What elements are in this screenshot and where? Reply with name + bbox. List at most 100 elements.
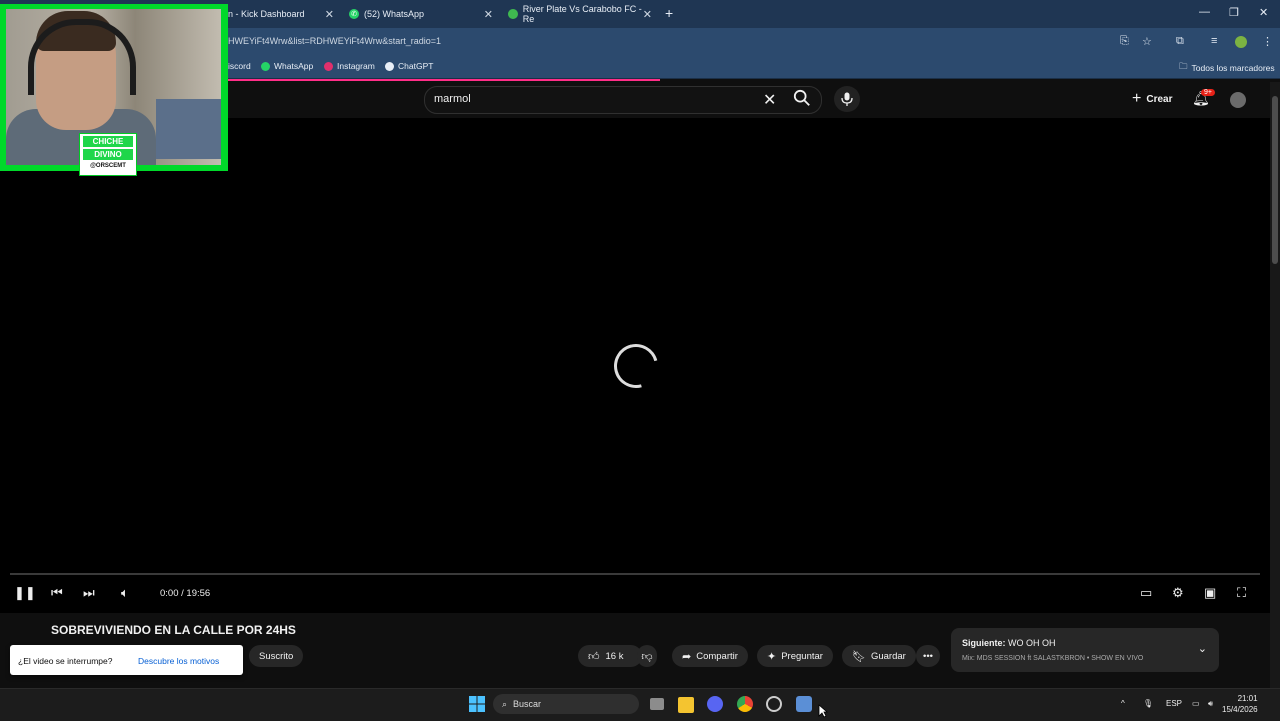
media-controls-icon[interactable]: ≡: [1211, 35, 1217, 47]
tab-river-plate[interactable]: River Plate Vs Carabobo FC - Re ✕: [508, 0, 652, 28]
thumbs-up-icon: 👍︎: [588, 650, 600, 663]
taskbar-search-placeholder: Buscar: [513, 699, 542, 709]
bookmark-chatgpt[interactable]: ChatGPT: [385, 61, 433, 71]
close-tab-icon[interactable]: ✕: [484, 8, 493, 21]
settings-gear-icon[interactable]: ⚙: [1172, 585, 1184, 601]
tab-title: n - Kick Dashboard: [228, 9, 305, 19]
up-next-line: Siguiente: WO OH OH: [962, 638, 1056, 648]
chevron-down-icon[interactable]: ⌄: [1198, 642, 1207, 655]
subscribed-label: Suscrito: [259, 650, 294, 662]
bookmark-label: WhatsApp: [274, 61, 314, 71]
obs-icon[interactable]: [766, 696, 782, 712]
share-label: Compartir: [696, 650, 738, 662]
minimize-icon[interactable]: —: [1199, 6, 1210, 18]
language-indicator[interactable]: ESP: [1166, 699, 1182, 708]
bookmark-instagram[interactable]: Instagram: [324, 61, 375, 71]
tab-kick-dashboard[interactable]: n - Kick Dashboard ✕: [228, 0, 334, 28]
extensions-icon[interactable]: ⧉: [1176, 35, 1184, 48]
subtitles-icon[interactable]: ▭: [1140, 585, 1152, 601]
pause-icon[interactable]: ❚❚: [14, 585, 36, 601]
up-next-subtitle: Mix: MDS SESSION ft SALASTKBRON • SHOW E…: [962, 655, 1144, 662]
browser-menu-icon[interactable]: ⋮: [1262, 35, 1273, 48]
plus-icon: +: [1132, 90, 1142, 107]
instagram-icon: [324, 61, 333, 71]
all-bookmarks-folder[interactable]: 🗀 Todos los marcadores: [1179, 61, 1275, 75]
clock-date: 15/4/2026: [1222, 705, 1258, 714]
fullscreen-icon[interactable]: ⛶: [1237, 585, 1246, 601]
theater-mode-icon[interactable]: ▣: [1204, 585, 1216, 601]
notifications-badge: 9+: [1201, 89, 1215, 96]
up-next-panel[interactable]: Siguiente: WO OH OH Mix: MDS SESSION ft …: [951, 628, 1219, 672]
bookmark-discord[interactable]: iscord: [228, 61, 251, 71]
microphone-icon: [841, 92, 853, 106]
logo-line3: @ORSCEMT: [90, 163, 126, 169]
taskbar-search[interactable]: ⌕ Buscar: [493, 694, 639, 714]
logo-line2: DIVINO: [83, 149, 133, 160]
whatsapp-icon: [261, 61, 270, 71]
playback-issue-toast: ¿El video se interrumpe? Descubre los mo…: [10, 645, 243, 675]
windows-taskbar: [0, 688, 1280, 721]
ask-button[interactable]: ✦ Preguntar: [757, 645, 833, 667]
file-explorer-icon[interactable]: [678, 697, 694, 713]
thumbs-down-icon: 👎︎: [641, 650, 653, 663]
share-arrow-icon: ➦: [682, 650, 692, 663]
create-label: Crear: [1146, 93, 1173, 105]
install-app-icon[interactable]: ⎘: [1120, 35, 1129, 48]
network-icon[interactable]: ▭: [1192, 699, 1200, 708]
tray-mic-icon[interactable]: 🎙︎: [1143, 699, 1153, 708]
bookmark-whatsapp[interactable]: WhatsApp: [261, 61, 313, 71]
scrollbar-thumb[interactable]: [1272, 96, 1278, 264]
close-tab-icon[interactable]: ✕: [643, 8, 652, 21]
whatsapp-icon: ✆: [349, 9, 359, 19]
address-bar-url[interactable]: HWEYiFt4Wrw&list=RDHWEYiFt4Wrw&start_rad…: [228, 36, 441, 46]
task-view-icon[interactable]: [650, 698, 664, 710]
tab-whatsapp[interactable]: ✆ (52) WhatsApp ✕: [349, 0, 493, 28]
close-window-icon[interactable]: ✕: [1259, 6, 1268, 19]
new-tab-button[interactable]: +: [665, 5, 673, 21]
toast-action-link[interactable]: Descubre los motivos: [138, 656, 219, 666]
tray-chevron-up-icon[interactable]: ^: [1121, 699, 1125, 708]
dislike-button[interactable]: 👎︎: [637, 645, 657, 667]
webcam-overlay: CHICHE DIVINO @ORSCEMT: [0, 4, 228, 176]
sparkle-icon: ✦: [767, 650, 777, 663]
tab-title: River Plate Vs Carabobo FC - Re: [522, 4, 642, 24]
save-button[interactable]: 🔖︎ Guardar: [842, 645, 916, 667]
share-button[interactable]: ➦ Compartir: [672, 645, 748, 667]
taskbar-clock[interactable]: 21:01 15/4/2026: [1222, 693, 1258, 715]
speaker-icon[interactable]: 🔊︎: [1208, 699, 1213, 709]
voice-search-button[interactable]: [834, 86, 860, 112]
save-label: Guardar: [870, 650, 906, 662]
search-input[interactable]: marmol: [434, 93, 471, 105]
all-bookmarks-label: Todos los marcadores: [1191, 63, 1275, 73]
volume-icon[interactable]: 🔈︎: [121, 585, 129, 601]
subscribed-button[interactable]: Suscrito: [249, 645, 304, 667]
bookmark-label: Instagram: [337, 61, 375, 71]
chrome-icon[interactable]: [737, 696, 753, 712]
close-tab-icon[interactable]: ✕: [325, 8, 334, 21]
discord-icon[interactable]: [707, 696, 723, 712]
app-shield-icon[interactable]: [796, 696, 812, 712]
time-display: 0:00 / 19:56: [160, 588, 211, 599]
next-icon[interactable]: ⏭︎: [83, 585, 95, 601]
more-actions-button[interactable]: •••: [916, 645, 940, 667]
maximize-icon[interactable]: ❐: [1229, 6, 1239, 19]
windows-start-icon[interactable]: [469, 696, 485, 712]
previous-icon[interactable]: ⏮︎: [51, 585, 63, 601]
search-icon[interactable]: [793, 89, 811, 107]
search-icon: ⌕: [502, 698, 508, 709]
channel-logo: CHICHE DIVINO @ORSCEMT: [79, 133, 137, 176]
account-avatar[interactable]: [1230, 92, 1246, 108]
logo-line1: CHICHE: [83, 136, 133, 147]
clock-time: 21:01: [1237, 694, 1258, 703]
page-load-progress: [228, 79, 660, 81]
profile-icon[interactable]: [1235, 36, 1247, 48]
video-title: SOBREVIVIENDO EN LA CALLE POR 24HS: [51, 623, 296, 637]
seek-bar[interactable]: [10, 573, 1260, 575]
bookmark-label: ChatGPT: [398, 61, 434, 71]
bookmark-star-icon[interactable]: ☆: [1142, 35, 1152, 48]
create-button[interactable]: + Crear: [1126, 88, 1178, 110]
river-plate-icon: [508, 9, 518, 19]
up-next-prefix: Siguiente:: [962, 638, 1006, 648]
like-button[interactable]: 👍︎ 16 k: [578, 645, 642, 667]
clear-search-icon[interactable]: ✕: [763, 90, 776, 110]
